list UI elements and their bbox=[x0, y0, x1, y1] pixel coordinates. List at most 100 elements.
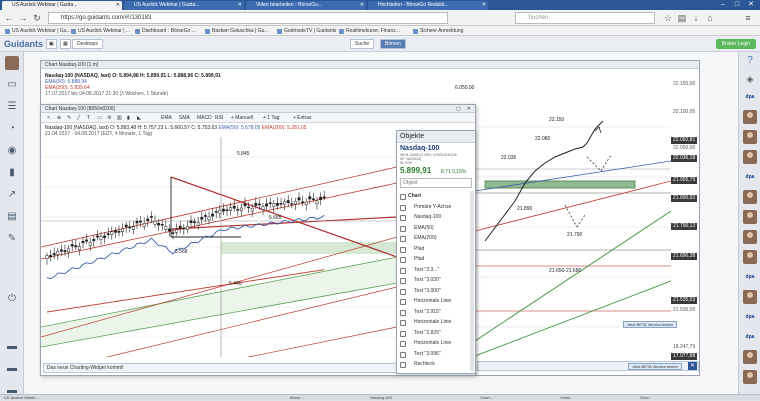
menu-icon[interactable]: ≡ bbox=[742, 12, 754, 24]
object-list-item[interactable]: Rechteck bbox=[400, 359, 435, 369]
avatar[interactable] bbox=[743, 150, 757, 164]
dpa-afx-logo[interactable]: dpa bbox=[743, 170, 757, 184]
status-item[interactable]: Nasdaq-100 bbox=[370, 395, 392, 401]
maximize-icon[interactable]: ▢ bbox=[456, 105, 461, 113]
avatar[interactable] bbox=[743, 210, 757, 224]
toolbar-ema[interactable]: EMA bbox=[159, 114, 174, 122]
toolbar-interval[interactable]: + 1 Tag bbox=[261, 114, 281, 122]
object-list-item[interactable]: Nasdaq-100 bbox=[400, 212, 441, 222]
object-list-item[interactable]: Horizontale Linie bbox=[400, 338, 451, 348]
status-item[interactable]: Video... bbox=[560, 395, 574, 401]
zoom-icon[interactable]: ⊕ bbox=[55, 114, 63, 122]
avatar[interactable] bbox=[743, 190, 757, 204]
shape-icon[interactable]: ▭ bbox=[95, 114, 104, 122]
forward-icon[interactable]: → bbox=[17, 12, 29, 24]
eye-icon[interactable]: ◉ bbox=[5, 144, 19, 158]
grid-icon[interactable]: ▦ bbox=[60, 39, 71, 49]
browser-tab[interactable]: Video bearbeiten - BörseGo... ✕ bbox=[246, 1, 366, 10]
dpa-afx-logo[interactable]: dpa bbox=[743, 330, 757, 344]
object-list-item[interactable]: Horizontale Linie bbox=[400, 296, 451, 306]
cursor-icon[interactable]: ↖ bbox=[45, 114, 53, 122]
list-icon[interactable]: ☰ bbox=[5, 100, 19, 114]
object-list-item[interactable]: EMA(200) bbox=[400, 233, 437, 243]
bookmark-item[interactable]: US Auslick Webinar | Gu... bbox=[4, 27, 71, 35]
workspace-button[interactable]: Börsen bbox=[380, 39, 406, 49]
reload-icon[interactable]: ↻ bbox=[31, 12, 43, 24]
close-icon[interactable]: ✕ bbox=[238, 1, 242, 10]
object-list-item[interactable]: Primäre Y-Achse bbox=[400, 202, 451, 212]
scrollbar[interactable] bbox=[470, 191, 474, 371]
search-button[interactable]: Suche bbox=[350, 39, 375, 49]
browser-tab[interactable]: US Auslick Webinar | Guida... ✕ bbox=[124, 1, 244, 10]
status-item[interactable]: Chart... bbox=[480, 395, 493, 401]
cube-icon[interactable]: ◈ bbox=[743, 72, 757, 86]
settings-icon[interactable]: ⚙ bbox=[105, 114, 113, 122]
user-avatar[interactable] bbox=[5, 56, 19, 70]
candles-icon[interactable]: ▮ bbox=[125, 114, 132, 122]
draw-icon[interactable]: ✎ bbox=[65, 114, 73, 122]
avatar[interactable] bbox=[743, 290, 757, 304]
bars-icon[interactable]: ▥ bbox=[115, 114, 124, 122]
object-list-item[interactable]: EMA(50) bbox=[400, 223, 434, 233]
bookmark-item[interactable]: Dashboard : BörseGo ... bbox=[134, 27, 196, 35]
close-icon[interactable]: ✕ bbox=[482, 1, 486, 10]
avatar[interactable] bbox=[743, 110, 757, 124]
broker-login-button[interactable]: Broker Login bbox=[715, 39, 756, 49]
power-icon[interactable]: ⏻ bbox=[5, 292, 19, 306]
folder-icon[interactable]: ▬ bbox=[5, 362, 19, 376]
chart-icon[interactable]: ↗ bbox=[5, 188, 19, 202]
toolbar-rsi[interactable]: RSI bbox=[213, 114, 225, 122]
area-icon[interactable]: ◣ bbox=[135, 114, 143, 122]
desktop-icon[interactable]: ▭ bbox=[5, 78, 19, 92]
beta-button[interactable]: Jetzt BETA Version testen bbox=[623, 321, 677, 328]
avatar[interactable] bbox=[743, 350, 757, 364]
status-item[interactable]: Börse... bbox=[290, 395, 304, 401]
object-list-item[interactable]: Text "3.030" bbox=[400, 275, 441, 285]
toolbar-extras[interactable]: + Extras bbox=[291, 114, 313, 122]
status-item[interactable]: Guid... bbox=[640, 395, 652, 401]
ticket-icon[interactable]: ▮ bbox=[5, 166, 19, 180]
object-field[interactable]: Objekt bbox=[400, 178, 472, 188]
dpa-afx-logo[interactable]: dpa bbox=[743, 90, 757, 104]
object-list-item[interactable]: Horizontale Linie bbox=[400, 317, 451, 327]
toolbar-sma[interactable]: SMA bbox=[177, 114, 192, 122]
object-list-item[interactable]: Text "2.825" bbox=[400, 328, 441, 338]
close-icon[interactable]: ✕ bbox=[116, 1, 120, 10]
dpa-afx-logo[interactable]: dpa bbox=[743, 310, 757, 324]
browser-search-input[interactable]: Suchen bbox=[515, 12, 655, 24]
desktop-button[interactable]: Desktops bbox=[72, 39, 103, 49]
object-list-item[interactable]: Text "3.096" bbox=[400, 349, 441, 359]
home-icon[interactable]: ⌂ bbox=[704, 12, 716, 24]
avatar[interactable] bbox=[743, 250, 757, 264]
browser-tab[interactable]: US Auslick Webinar | Guida... ✕ bbox=[2, 1, 122, 10]
minimize-icon[interactable]: – bbox=[716, 0, 730, 9]
back-icon[interactable]: ← bbox=[3, 12, 15, 24]
close-window-icon[interactable]: ✕ bbox=[744, 0, 758, 9]
bookmarks-icon[interactable]: ▤ bbox=[676, 12, 688, 24]
object-list-item[interactable]: Pfad bbox=[400, 254, 424, 264]
download-icon[interactable]: ↓ bbox=[690, 12, 702, 24]
avatar[interactable] bbox=[743, 370, 757, 384]
status-item[interactable]: US Auslick Webin... bbox=[4, 395, 39, 401]
object-list-item[interactable]: Chart bbox=[400, 191, 421, 201]
pin-icon[interactable]: ▣ bbox=[46, 39, 57, 49]
close-icon[interactable]: ✕ bbox=[360, 1, 364, 10]
bookmark-item[interactable]: Sichere Anmeldung bbox=[412, 27, 463, 35]
close-icon[interactable]: ✕ bbox=[467, 105, 471, 113]
toolbar-macd[interactable]: MACD bbox=[195, 114, 214, 122]
browser-tab[interactable]: Hochladen - BörseGo Redakti... ✕ bbox=[368, 1, 488, 10]
line-icon[interactable]: ╱ bbox=[75, 114, 82, 122]
toolbar-manuell[interactable]: + Manuell bbox=[229, 114, 255, 122]
star-icon[interactable]: ☆ bbox=[662, 12, 674, 24]
object-list-item[interactable]: Text "2.915" bbox=[400, 307, 441, 317]
document-icon[interactable]: ▤ bbox=[5, 210, 19, 224]
avatar[interactable] bbox=[743, 130, 757, 144]
dpa-afx-logo[interactable]: dpa bbox=[743, 270, 757, 284]
url-input[interactable]: https://go.guidants.com/#!/130183 bbox=[48, 12, 448, 24]
folder-icon[interactable]: ▬ bbox=[5, 340, 19, 354]
text-icon[interactable]: T bbox=[85, 114, 92, 122]
object-list-item[interactable]: Text "3.000" bbox=[400, 286, 441, 296]
bookmark-item[interactable]: Bastian Galuschka | Gu... bbox=[204, 27, 269, 35]
close-icon[interactable]: ✕ bbox=[688, 362, 697, 370]
avatar[interactable] bbox=[743, 230, 757, 244]
